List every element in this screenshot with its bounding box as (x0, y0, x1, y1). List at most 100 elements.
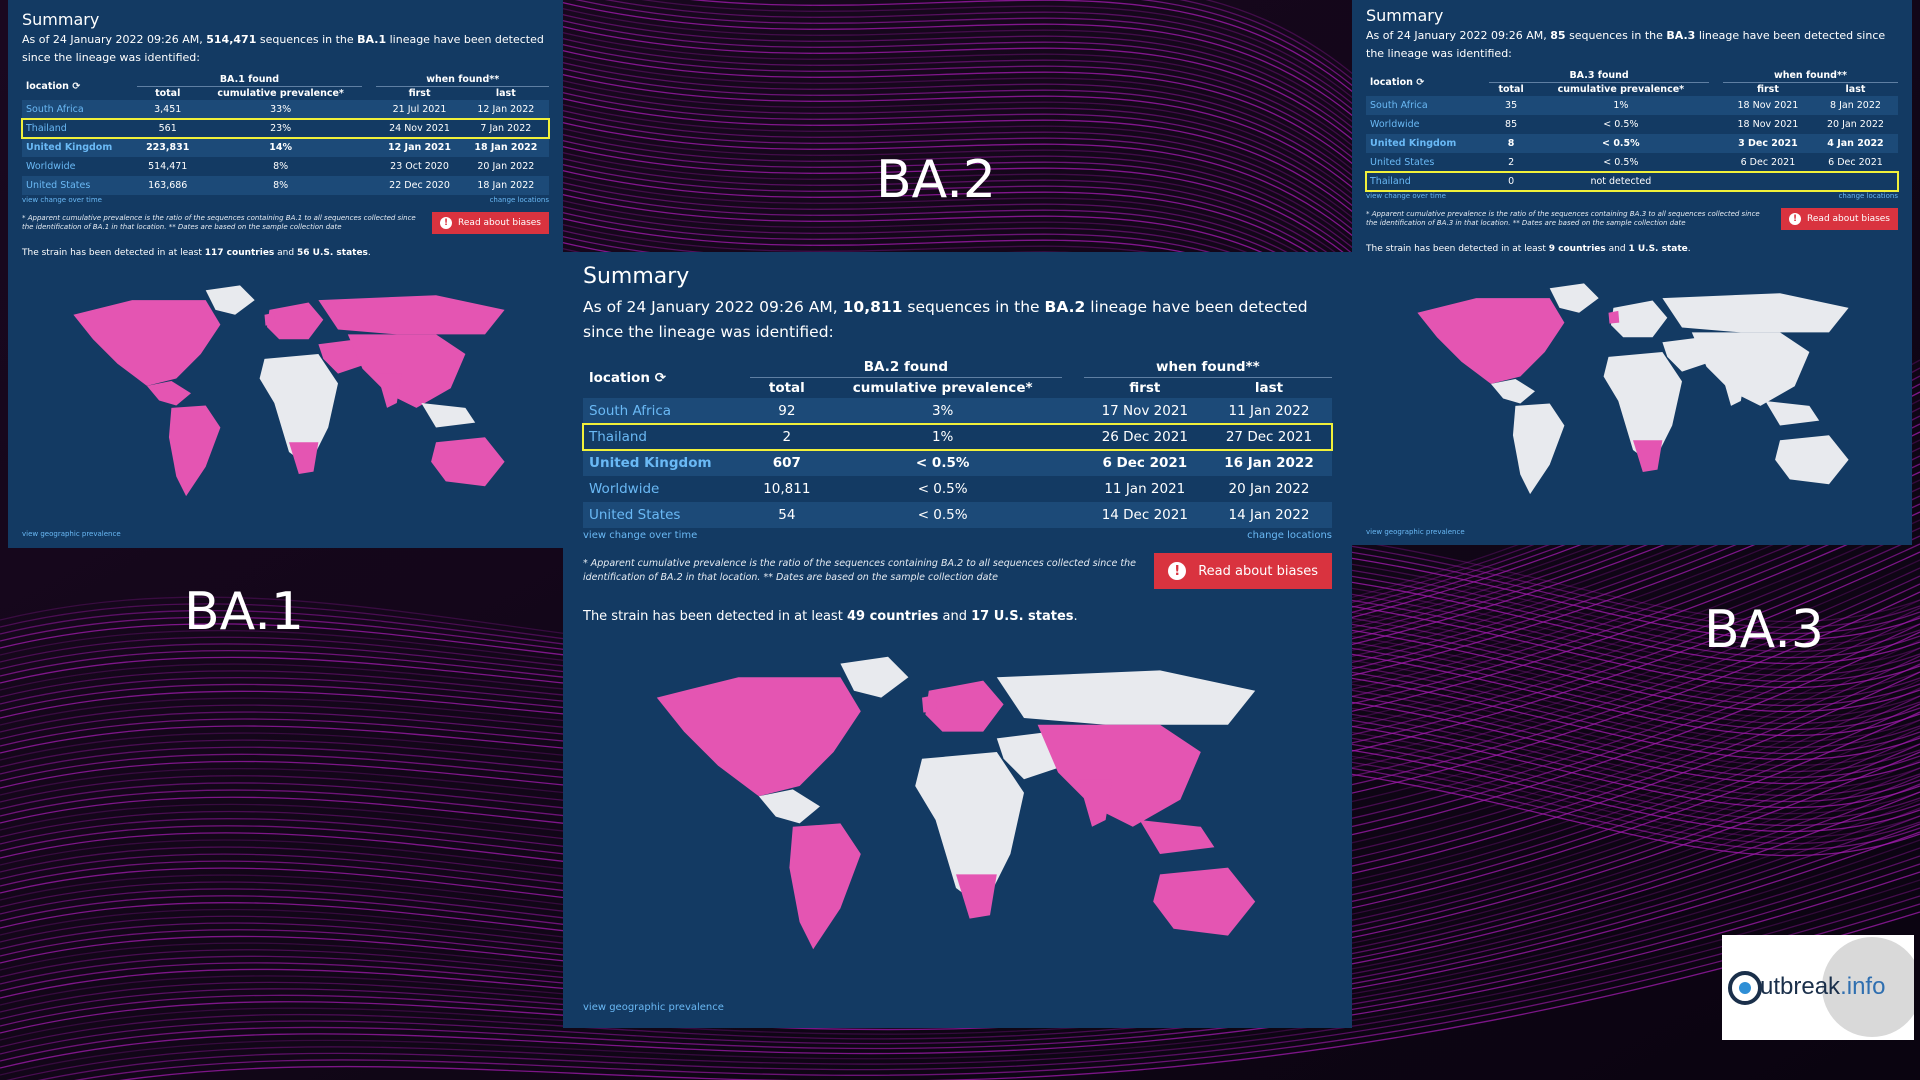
map-region-za[interactable] (1633, 440, 1663, 473)
location-cell[interactable]: United Kingdom (1366, 134, 1490, 153)
first-found-cell: 22 Dec 2020 (376, 176, 463, 195)
location-cell[interactable]: United States (1366, 153, 1489, 172)
prevalence-cell: < 0.5% (917, 481, 968, 497)
read-about-biases-button[interactable]: ! Read about biases (432, 212, 549, 234)
table-row[interactable]: South Africa 35 1% 18 Nov 2021 8 Jan 2022 (1366, 96, 1898, 115)
location-header[interactable]: location ⟳ (583, 357, 750, 398)
total-cell: 514,471 (148, 161, 188, 172)
refresh-icon[interactable]: ⟳ (1416, 77, 1424, 88)
table-row[interactable]: Thailand 561 23% 24 Nov 2021 7 Jan 2022 (21, 118, 550, 139)
map-region-sa[interactable] (1512, 403, 1565, 495)
view-change-over-time-link[interactable]: view change over time (22, 196, 102, 204)
map-region-as[interactable] (1691, 332, 1810, 406)
last-found-cell: 20 Jan 2022 (477, 161, 535, 172)
map-region-za[interactable] (956, 874, 997, 919)
map-region-in[interactable] (1721, 371, 1746, 406)
map-region-as[interactable] (1037, 724, 1201, 827)
map-region-ru[interactable] (318, 295, 505, 335)
table-row[interactable]: United States 163,686 8% 22 Dec 2020 18 Jan … (22, 176, 549, 195)
total-cell: 607 (750, 450, 824, 476)
change-locations-link[interactable]: change locations (1247, 530, 1332, 541)
map-region-sa[interactable] (789, 823, 861, 950)
map-region-in[interactable] (1078, 779, 1113, 827)
location-cell[interactable]: Thailand (583, 424, 750, 450)
table-row[interactable]: United Kingdom 223,831 14% 12 Jan 2021 18 Ja… (22, 138, 549, 157)
table-row[interactable]: Worldwide 85 < 0.5% 18 Nov 2021 20 Jan 2022 (1366, 115, 1898, 134)
map-region-as[interactable] (347, 334, 466, 408)
map-region-green[interactable] (840, 656, 909, 698)
location-cell[interactable]: United States (583, 502, 751, 528)
table-row[interactable]: South Africa 92 3% 17 Nov 2021 11 Jan 2022 (583, 398, 1332, 424)
location-cell[interactable]: South Africa (583, 398, 751, 424)
summary-description: As of 24 January 2022 09:26 AM, 10,811 s… (583, 298, 1308, 341)
map-region-sea[interactable] (421, 403, 476, 428)
location-cell[interactable]: United States (22, 176, 137, 195)
location-cell[interactable]: Worldwide (22, 157, 137, 176)
world-map[interactable] (601, 650, 1311, 990)
map-region-uk[interactable] (264, 312, 276, 326)
total-cell: 561 (158, 123, 177, 134)
world-map[interactable] (1388, 276, 1878, 526)
table-row[interactable]: Worldwide 10,811 < 0.5% 11 Jan 2021 20 Jan 2… (583, 476, 1332, 502)
read-about-biases-button[interactable]: ! Read about biases (1154, 553, 1332, 589)
read-about-biases-button[interactable]: ! Read about biases (1781, 208, 1898, 230)
map-region-eu[interactable] (266, 302, 324, 340)
map-region-na[interactable] (656, 677, 861, 797)
location-cell[interactable]: Worldwide (1366, 115, 1489, 134)
table-row[interactable]: South Africa 3,451 33% 21 Jul 2021 12 Jan 20… (22, 100, 549, 119)
location-cell[interactable]: United Kingdom (22, 138, 137, 157)
map-region-uk[interactable] (1608, 310, 1620, 324)
map-region-green[interactable] (1549, 283, 1599, 313)
location-cell[interactable]: Thailand (22, 119, 137, 138)
map-region-sea[interactable] (1139, 820, 1215, 854)
view-change-over-time-link[interactable]: view change over time (583, 530, 697, 541)
table-row[interactable]: Worldwide 514,471 8% 23 Oct 2020 20 Jan 2022 (22, 157, 549, 176)
location-header[interactable]: location ⟳ (1366, 69, 1489, 96)
prevalence-cell: 1% (1532, 96, 1709, 115)
location-header[interactable]: location ⟳ (22, 73, 137, 100)
view-change-over-time-link[interactable]: view change over time (1366, 192, 1446, 200)
map-region-au[interactable] (1775, 435, 1849, 485)
map-region-green[interactable] (205, 285, 255, 315)
world-map[interactable] (44, 272, 534, 534)
map-region-in[interactable] (377, 373, 402, 408)
refresh-icon[interactable]: ⟳ (72, 81, 80, 92)
first-found-cell: 24 Nov 2021 (389, 123, 450, 134)
map-region-eu[interactable] (925, 680, 1004, 732)
location-cell[interactable]: South Africa (1366, 96, 1490, 115)
map-region-na[interactable] (73, 300, 221, 386)
first-found-cell: 12 Jan 2021 (376, 138, 463, 157)
prevalence-cell: 1% (931, 429, 954, 445)
view-geographic-prevalence-link[interactable]: view geographic prevalence (1366, 528, 1465, 536)
table-row[interactable]: United Kingdom 607 < 0.5% 6 Dec 2021 16 Jan … (583, 450, 1332, 476)
location-cell[interactable]: United Kingdom (583, 450, 751, 476)
map-region-na[interactable] (1417, 298, 1565, 384)
change-locations-link[interactable]: change locations (490, 196, 549, 204)
map-region-ca[interactable] (146, 380, 191, 406)
map-region-za[interactable] (289, 442, 319, 475)
map-region-ru[interactable] (1662, 293, 1849, 333)
map-region-ru[interactable] (996, 670, 1256, 725)
refresh-icon[interactable]: ⟳ (655, 370, 666, 386)
last-found-cell: 20 Jan 2022 (1228, 481, 1310, 497)
map-region-eu[interactable] (1610, 300, 1668, 338)
view-geographic-prevalence-link[interactable]: view geographic prevalence (22, 530, 121, 538)
view-geographic-prevalence-link[interactable]: view geographic prevalence (583, 1002, 724, 1013)
map-region-sa[interactable] (168, 405, 221, 497)
total-cell: 2 (782, 429, 792, 445)
table-row[interactable]: United States 54 < 0.5% 14 Dec 2021 14 Jan 2… (583, 502, 1332, 528)
map-region-uk[interactable] (922, 694, 937, 713)
map-region-ca[interactable] (1490, 378, 1535, 404)
table-row[interactable]: Thailand 2 1% 26 Dec 2021 27 Dec 2021 (582, 423, 1333, 451)
map-region-sea[interactable] (1765, 401, 1820, 426)
location-cell[interactable]: South Africa (22, 100, 137, 119)
table-row[interactable]: United States 2 < 0.5% 6 Dec 2021 6 Dec 2021 (1366, 153, 1898, 172)
map-region-ca[interactable] (758, 789, 820, 824)
location-cell[interactable]: Worldwide (583, 476, 750, 502)
map-region-au[interactable] (1153, 867, 1256, 936)
change-locations-link[interactable]: change locations (1839, 192, 1898, 200)
first-found-cell: 6 Dec 2021 (1740, 157, 1796, 168)
table-row-not-detected[interactable]: Thailand 0 not detected (1365, 171, 1899, 192)
map-region-au[interactable] (431, 437, 505, 487)
table-row[interactable]: United Kingdom 8 < 0.5% 3 Dec 2021 4 Jan 202… (1366, 134, 1898, 153)
